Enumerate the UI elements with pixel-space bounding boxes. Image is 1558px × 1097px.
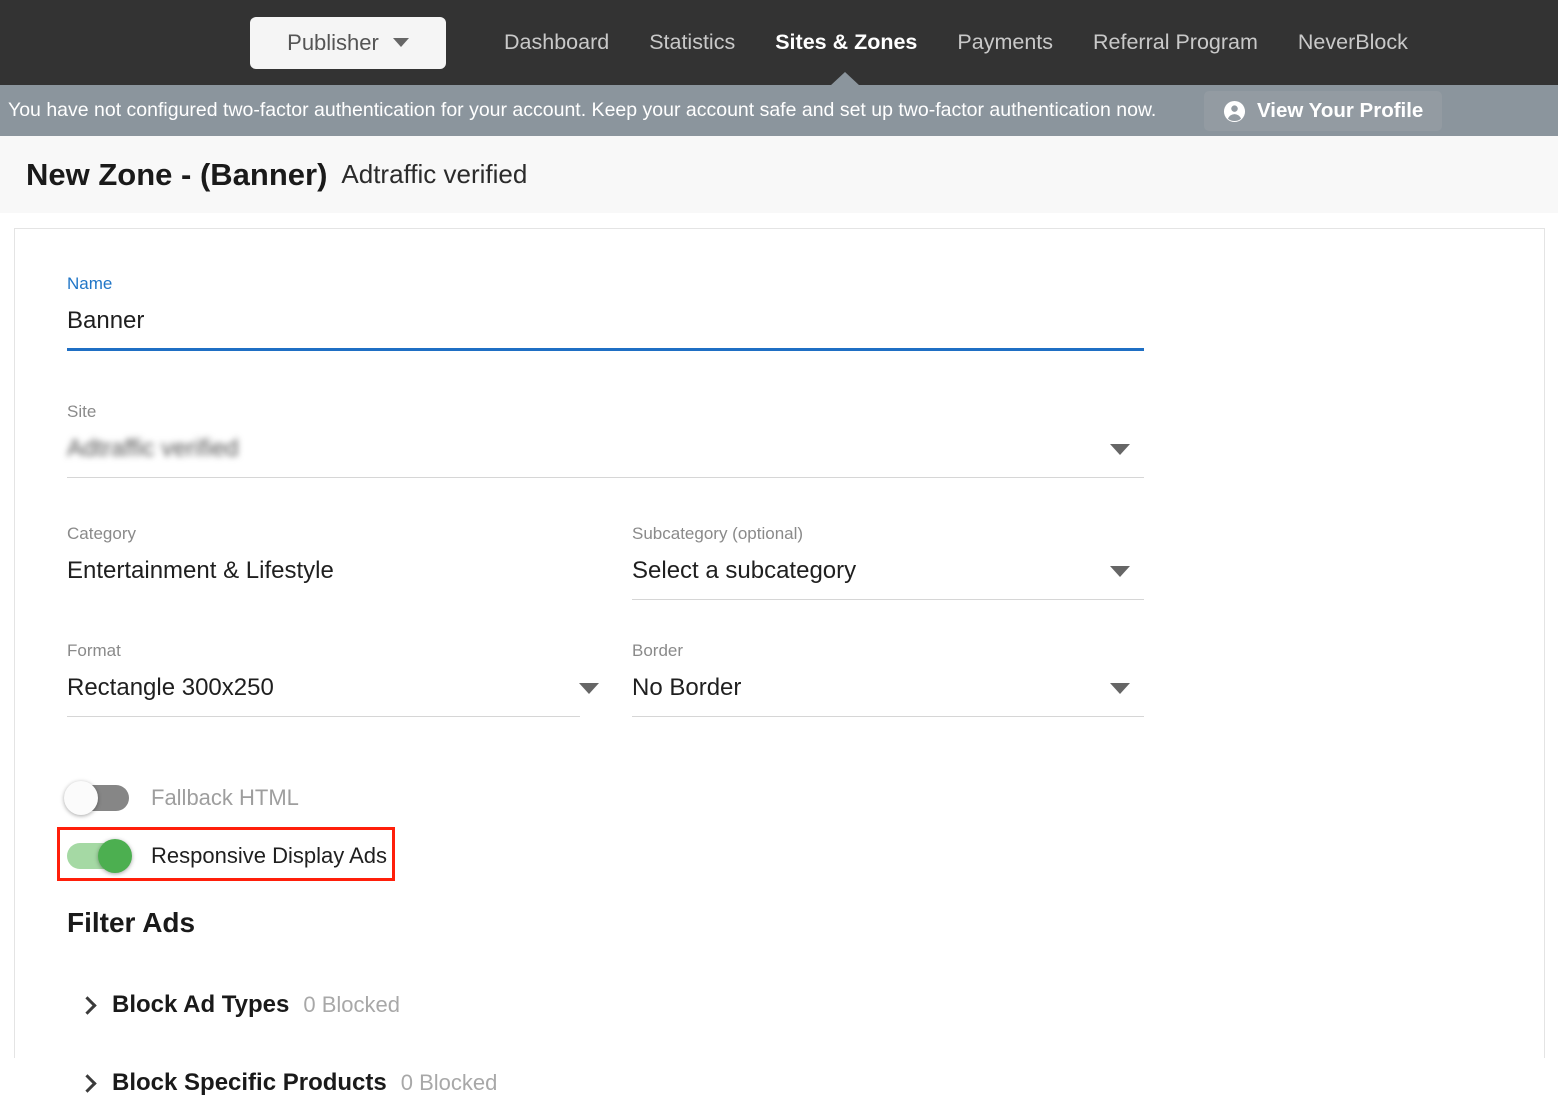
nav-item-statistics[interactable]: Statistics <box>629 30 755 55</box>
border-field-underline <box>632 716 1144 717</box>
top-navigation-bar: Publisher Dashboard Statistics Sites & Z… <box>0 0 1558 85</box>
border-field-group: Border No Border <box>632 642 1144 717</box>
nav-links: Dashboard Statistics Sites & Zones Payme… <box>484 30 1428 55</box>
site-field-underline <box>67 477 1144 478</box>
chevron-down-icon[interactable] <box>1110 444 1130 455</box>
chevron-right-icon <box>78 995 97 1015</box>
account-circle-icon <box>1223 100 1246 122</box>
responsive-display-ads-toggle-row: Responsive Display Ads <box>67 833 1544 879</box>
responsive-display-ads-label: Responsive Display Ads <box>151 843 388 868</box>
chevron-down-icon[interactable] <box>1110 683 1130 694</box>
category-field-label: Category <box>67 524 136 543</box>
publisher-dropdown-label: Publisher <box>287 29 379 55</box>
subcategory-select-value[interactable]: Select a subcategory <box>632 559 1144 583</box>
format-field-underline <box>67 716 580 717</box>
subcategory-field-label: Subcategory (optional) <box>632 524 804 543</box>
site-select-value[interactable]: Adtraffic verified <box>67 437 1144 461</box>
new-zone-form-card: Name Banner Site Adtraffic verified Cate… <box>14 228 1545 1096</box>
view-your-profile-button[interactable]: View Your Profile <box>1204 91 1443 131</box>
fallback-html-label: Fallback HTML <box>151 785 299 810</box>
format-field-group: Format Rectangle 300x250 <box>67 642 632 717</box>
view-your-profile-label: View Your Profile <box>1257 99 1424 122</box>
nav-item-referral-program[interactable]: Referral Program <box>1073 30 1278 55</box>
nav-item-neverblock[interactable]: NeverBlock <box>1278 30 1428 55</box>
chevron-down-icon[interactable] <box>579 683 599 694</box>
nav-item-sites-and-zones[interactable]: Sites & Zones <box>755 30 937 55</box>
site-field-group: Site Adtraffic verified <box>67 403 1144 478</box>
active-tab-pointer-icon <box>830 72 860 86</box>
page-header: New Zone - (Banner) Adtraffic verified <box>0 136 1558 213</box>
nav-item-payments[interactable]: Payments <box>937 30 1073 55</box>
fallback-html-toggle[interactable] <box>64 781 129 815</box>
block-ad-types-count: 0 Blocked <box>303 992 400 1017</box>
block-specific-products-count: 0 Blocked <box>400 1070 498 1095</box>
fallback-html-toggle-row: Fallback HTML <box>64 775 1544 821</box>
name-field-underline <box>67 348 1144 351</box>
responsive-display-ads-toggle[interactable] <box>67 839 132 873</box>
site-field-label: Site <box>67 402 97 421</box>
chevron-down-icon <box>392 38 409 47</box>
name-field-group: Name Banner <box>67 275 1144 351</box>
format-field-label: Format <box>67 641 121 660</box>
category-row: Category Entertainment & Lifestyle Subca… <box>67 525 1544 600</box>
category-field-group: Category Entertainment & Lifestyle <box>67 525 632 600</box>
two-factor-notice-banner: You have not configured two-factor authe… <box>0 72 1558 136</box>
filter-ads-heading: Filter Ads <box>67 907 196 938</box>
format-select-value[interactable]: Rectangle 300x250 <box>67 676 632 700</box>
notice-message: You have not configured two-factor authe… <box>8 99 1157 121</box>
chevron-down-icon[interactable] <box>1110 566 1130 577</box>
block-ad-types-row[interactable]: Block Ad Types 0 Blocked <box>67 991 1544 1019</box>
format-row: Format Rectangle 300x250 Border No Borde… <box>67 642 1544 717</box>
toggle-knob <box>64 781 98 815</box>
block-specific-products-row[interactable]: Block Specific Products 0 Blocked <box>67 1069 1544 1097</box>
nav-item-dashboard[interactable]: Dashboard <box>484 30 629 55</box>
border-select-value[interactable]: No Border <box>632 676 1144 700</box>
publisher-dropdown-button[interactable]: Publisher <box>250 16 446 69</box>
subcategory-field-underline <box>632 599 1144 600</box>
toggle-knob <box>98 839 132 873</box>
page-subtitle-site-name: Adtraffic verified <box>341 159 528 189</box>
category-value: Entertainment & Lifestyle <box>67 557 334 584</box>
block-specific-products-label: Block Specific Products <box>112 1069 387 1096</box>
toggles-section: Fallback HTML Responsive Display Ads <box>57 775 1544 881</box>
subcategory-field-group: Subcategory (optional) Select a subcateg… <box>632 525 1144 600</box>
block-ad-types-label: Block Ad Types <box>112 991 290 1018</box>
name-field-label: Name <box>67 274 113 293</box>
border-field-label: Border <box>632 641 684 660</box>
chevron-right-icon <box>78 1073 97 1093</box>
name-input[interactable]: Banner <box>67 309 1144 333</box>
page-title: New Zone - (Banner) <box>26 156 328 192</box>
